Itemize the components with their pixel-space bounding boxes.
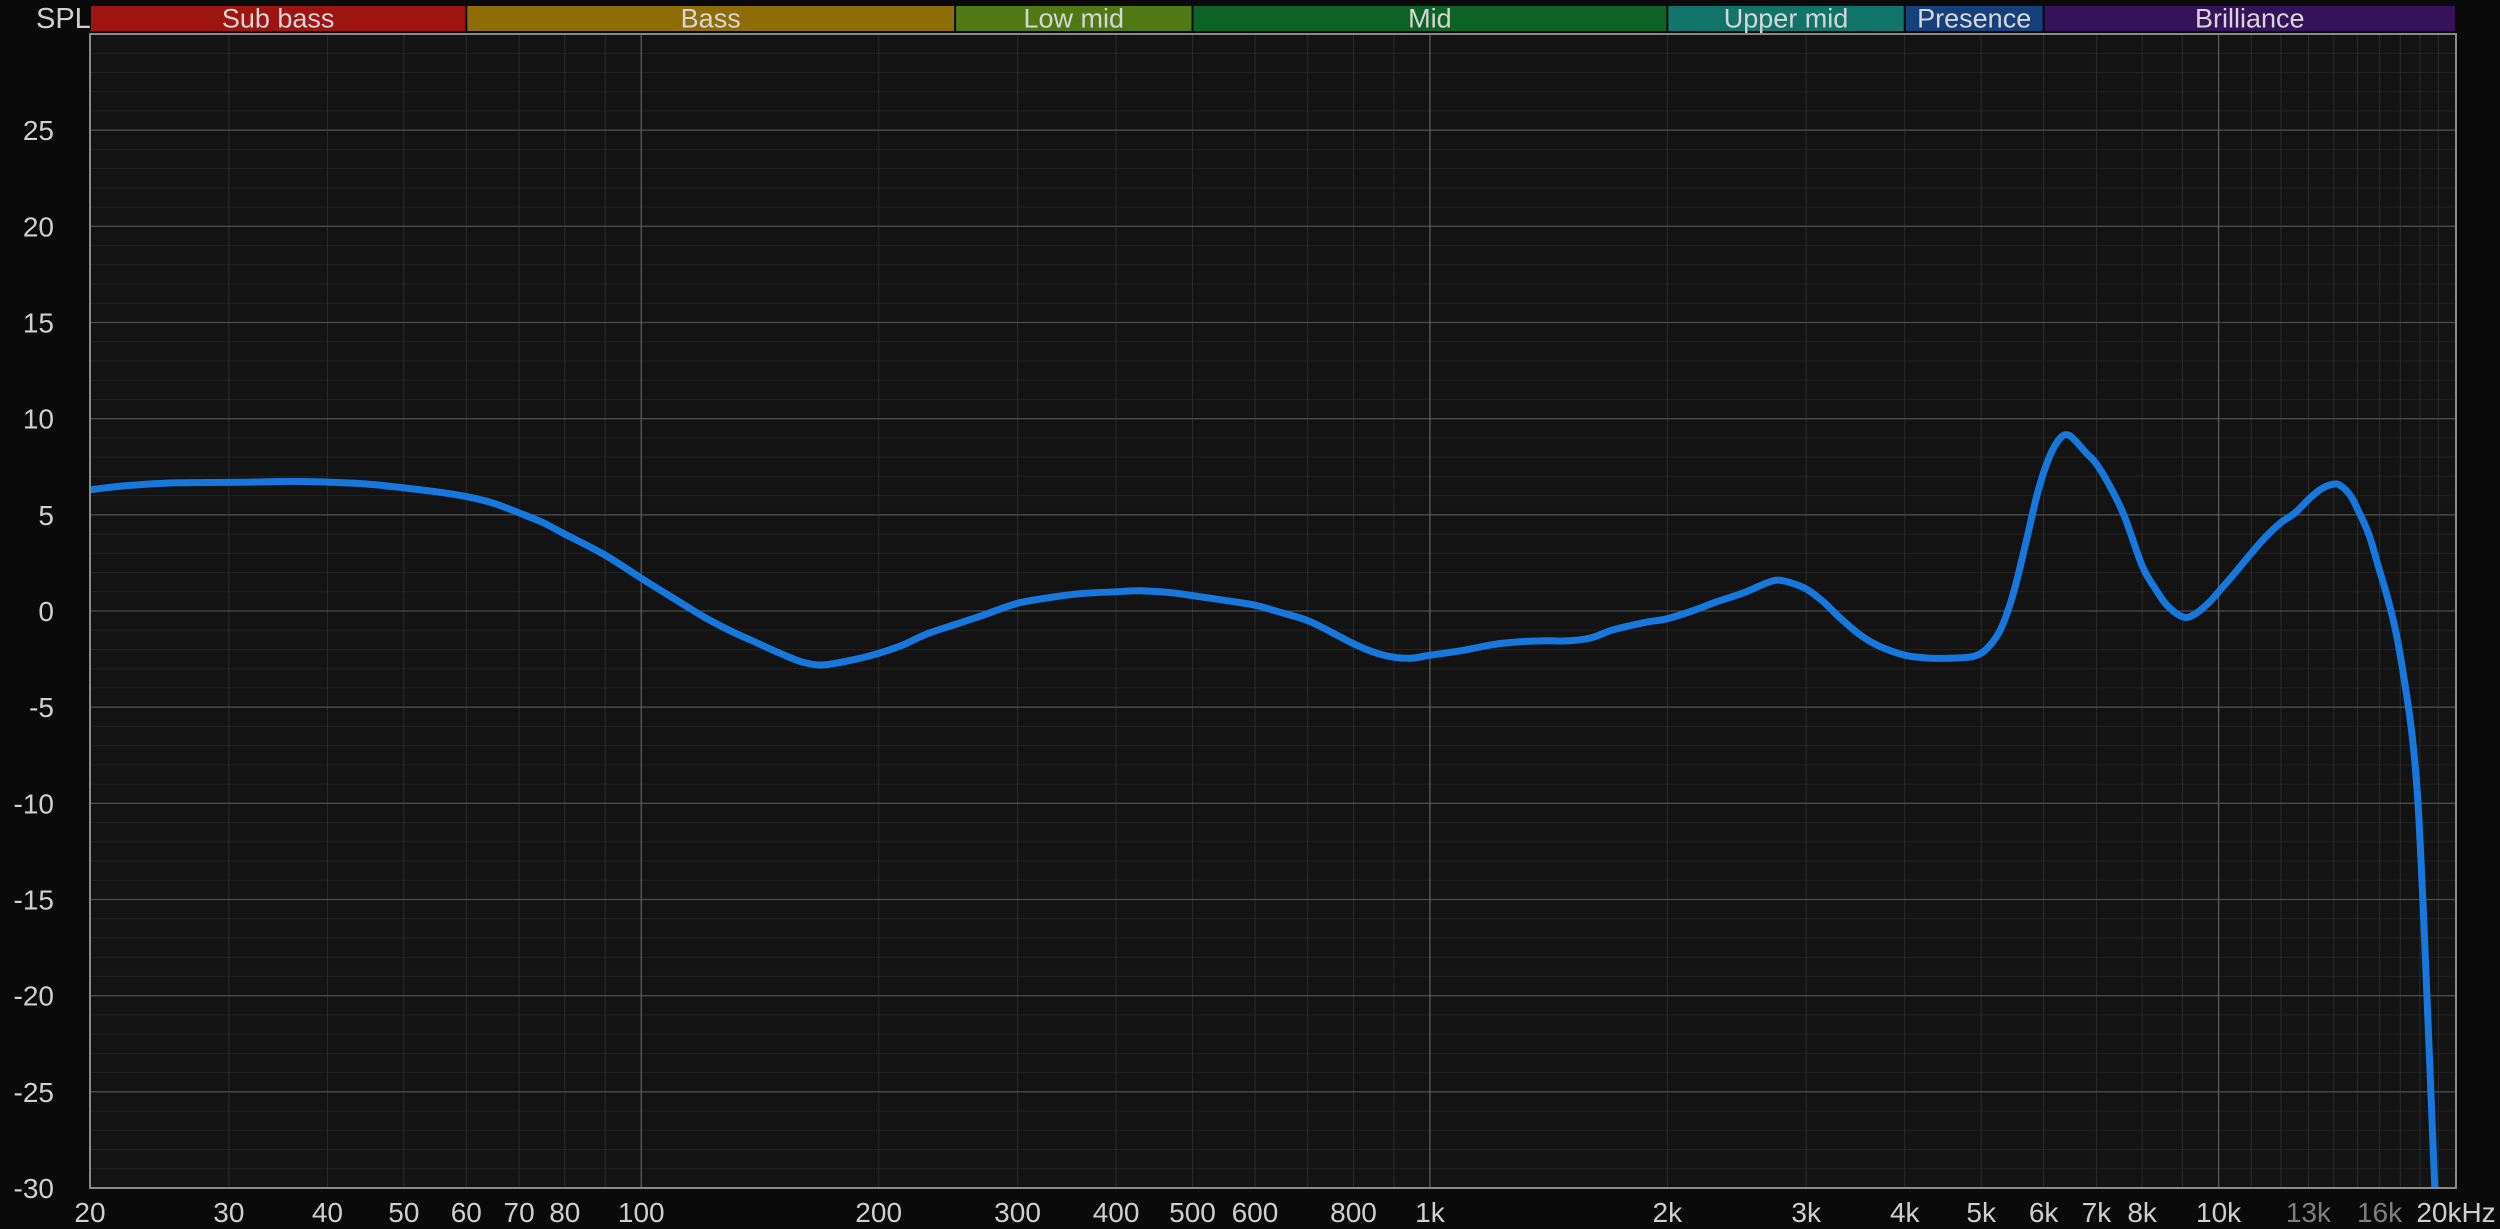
y-tick-label: 10 — [23, 404, 54, 435]
x-tick-label: 7k — [2082, 1197, 2113, 1228]
y-tick-label: -25 — [14, 1077, 54, 1108]
x-tick-label: 40 — [312, 1197, 343, 1228]
x-tick-label: 3k — [1791, 1197, 1822, 1228]
spl-axis-title: SPL — [36, 3, 91, 35]
y-tick-label: 0 — [38, 596, 54, 627]
x-tick-label: 30 — [213, 1197, 244, 1228]
y-tick-label: 20 — [23, 211, 54, 242]
x-tick-label: 10k — [2196, 1197, 2242, 1228]
x-tick-label: 50 — [388, 1197, 419, 1228]
x-tick-label: 300 — [994, 1197, 1041, 1228]
band-label: Bass — [681, 4, 741, 34]
band-label: Presence — [1917, 4, 2031, 34]
band-label: Low mid — [1024, 4, 1125, 34]
frequency-response-chart: Sub bass Bass Low mid Mid Upper mid Presence B… — [0, 0, 2500, 1229]
y-tick-label: 25 — [23, 115, 54, 146]
x-tick-label: 200 — [855, 1197, 902, 1228]
x-tick-label: 4k — [1890, 1197, 1921, 1228]
frequency-band-bar: Sub bass Bass Low mid Mid Upper mid Presence B… — [91, 4, 2455, 34]
y-tick-label: 15 — [23, 308, 54, 339]
x-tick-label: 6k — [2029, 1197, 2060, 1228]
y-tick-label: -15 — [14, 885, 54, 916]
x-tick-label: 800 — [1330, 1197, 1377, 1228]
x-tick-label: 600 — [1232, 1197, 1279, 1228]
x-tick-label: 80 — [549, 1197, 580, 1228]
x-tick-label: 2k — [1653, 1197, 1684, 1228]
x-tick-label: 500 — [1169, 1197, 1216, 1228]
x-tick-label: 1k — [1415, 1197, 1446, 1228]
x-tick-label: 400 — [1093, 1197, 1140, 1228]
chart-canvas: Sub bass Bass Low mid Mid Upper mid Presence B… — [0, 0, 2500, 1229]
x-tick-label: 20kHz — [2416, 1197, 2495, 1228]
x-tick-label: 13k — [2286, 1197, 2332, 1228]
band-label: Sub bass — [222, 4, 335, 34]
x-tick-label: 60 — [451, 1197, 482, 1228]
band-label: Brilliance — [2195, 4, 2305, 34]
y-tick-label: -10 — [14, 788, 54, 819]
x-tick-label: 5k — [1966, 1197, 1997, 1228]
y-tick-label: 5 — [38, 500, 54, 531]
x-tick-label: 16k — [2357, 1197, 2403, 1228]
x-tick-label: 8k — [2127, 1197, 2158, 1228]
y-tick-label: -5 — [29, 692, 54, 723]
y-tick-label: -30 — [14, 1173, 54, 1204]
band-label: Upper mid — [1724, 4, 1849, 34]
x-tick-label: 20 — [74, 1197, 105, 1228]
y-tick-label: -20 — [14, 981, 54, 1012]
x-tick-label: 100 — [618, 1197, 665, 1228]
x-tick-label: 70 — [504, 1197, 535, 1228]
band-label: Mid — [1408, 4, 1452, 34]
